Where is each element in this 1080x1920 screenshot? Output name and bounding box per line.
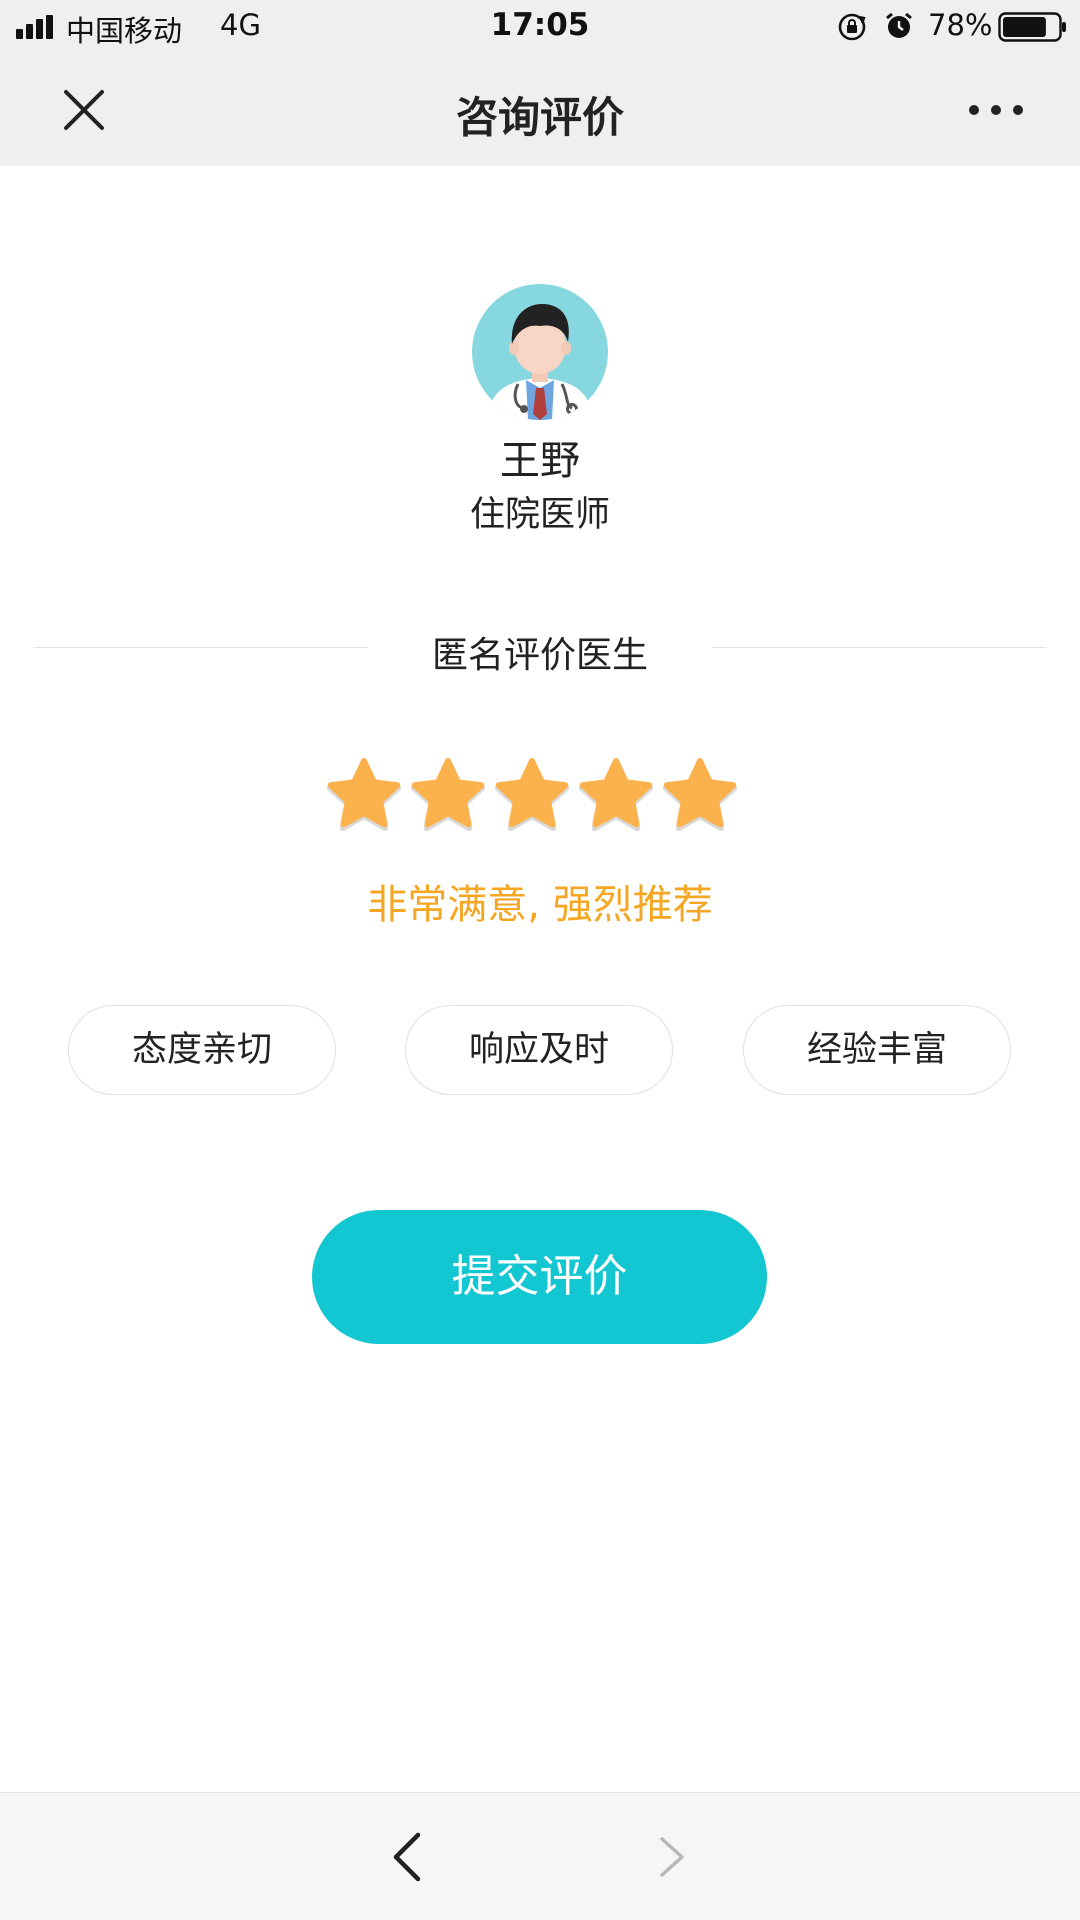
chevron-left-icon[interactable] xyxy=(384,1829,432,1885)
page-title: 咨询评价 xyxy=(455,93,624,142)
status-time: 17:05 xyxy=(490,7,590,43)
tag-attitude[interactable]: 态度亲切 xyxy=(68,1005,336,1095)
star-rating xyxy=(326,758,738,834)
section-label: 匿名评价医生 xyxy=(431,635,648,676)
submit-button[interactable]: 提交评价 xyxy=(312,1210,767,1344)
more-icon[interactable] xyxy=(966,90,1026,130)
star-icon[interactable] xyxy=(662,758,738,834)
status-bar: 中国移动 4G 17:05 78% xyxy=(0,0,1080,54)
battery-icon xyxy=(998,12,1066,42)
doctor-name: 王野 xyxy=(500,438,580,484)
star-icon[interactable] xyxy=(578,758,654,834)
bottom-toolbar xyxy=(0,1792,1080,1920)
screen: 中国移动 4G 17:05 78% 咨询评价 王野 住院医师 匿名评价医生 非常… xyxy=(0,0,1080,1920)
star-icon[interactable] xyxy=(410,758,486,834)
battery-percent: 78% xyxy=(928,8,993,42)
alarm-icon xyxy=(886,12,912,38)
rating-text: 非常满意, 强烈推荐 xyxy=(367,882,713,928)
rotation-lock-icon xyxy=(838,13,866,41)
chevron-right-icon[interactable] xyxy=(648,1829,696,1885)
nav-bar: 咨询评价 xyxy=(0,54,1080,166)
tag-experience[interactable]: 经验丰富 xyxy=(743,1005,1011,1095)
doctor-avatar xyxy=(472,284,608,420)
doctor-title: 住院医师 xyxy=(469,495,610,535)
star-icon[interactable] xyxy=(494,758,570,834)
star-icon[interactable] xyxy=(326,758,402,834)
divider-right xyxy=(712,647,1046,648)
tag-response[interactable]: 响应及时 xyxy=(405,1005,673,1095)
